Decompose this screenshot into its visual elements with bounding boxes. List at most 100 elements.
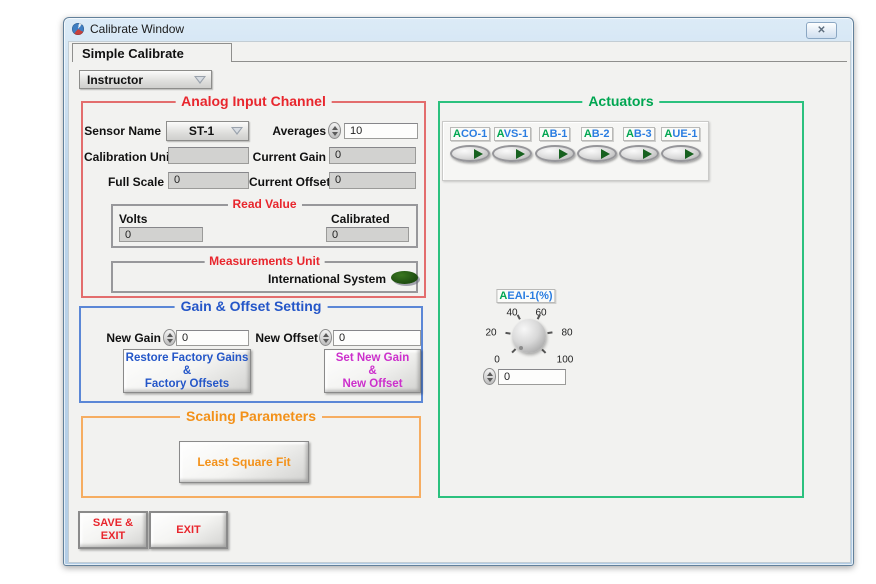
close-icon[interactable]: ✕	[806, 22, 837, 39]
international-system-label: International System	[214, 272, 386, 286]
volts-field: 0	[119, 227, 203, 242]
read-value-group: Read Value Volts Calibrated 0 0	[111, 204, 418, 248]
restore-line2: &	[183, 365, 191, 378]
play-icon	[559, 149, 568, 159]
new-offset-field[interactable]: 0	[333, 330, 421, 346]
new-gain-stepper[interactable]	[163, 329, 176, 346]
new-gain-field[interactable]: 0	[176, 330, 249, 346]
new-gain-label: New Gain	[94, 331, 161, 345]
current-offset-field: 0	[329, 172, 416, 189]
instructor-dropdown-value: Instructor	[87, 73, 143, 87]
set-line2: &	[368, 365, 376, 378]
instructor-dropdown[interactable]: Instructor	[79, 70, 212, 89]
calibrated-label: Calibrated	[331, 212, 390, 226]
current-offset-label: Current Offset	[249, 175, 326, 189]
averages-stepper[interactable]	[328, 122, 341, 139]
measurements-unit-title: Measurements Unit	[204, 254, 325, 268]
actuator-button-AB-3[interactable]	[619, 145, 659, 162]
play-icon	[516, 149, 525, 159]
knob-tick-100: 100	[557, 355, 574, 366]
actuator-AB-3: AB-3	[619, 127, 659, 180]
actuator-AVS-1: AVS-1	[492, 127, 532, 180]
actuator-label-rest: B-3	[634, 128, 652, 140]
aeai-knob-group: AEAI-1(%) 40 60 20 80 0 100 0	[479, 291, 594, 396]
new-offset-stepper[interactable]	[319, 329, 332, 346]
play-icon	[601, 149, 610, 159]
actuator-label: AB-2	[581, 127, 613, 141]
scaling-parameters-section: Scaling Parameters Least Square Fit	[81, 416, 421, 498]
sensor-name-label: Sensor Name	[84, 124, 161, 138]
actuator-label: AVS-1	[494, 127, 532, 141]
actuator-label-prefix: A	[453, 128, 461, 140]
play-icon	[643, 149, 652, 159]
chevron-down-icon	[194, 76, 206, 84]
measurement-unit-toggle-led[interactable]	[391, 271, 418, 284]
sensor-name-dropdown[interactable]: ST-1	[166, 121, 249, 141]
actuator-button-AB-1[interactable]	[535, 145, 575, 162]
new-offset-label: New Offset	[244, 331, 318, 345]
restore-line1: Restore Factory Gains	[126, 352, 249, 365]
chevron-down-icon	[231, 127, 243, 135]
actuators-section: Actuators ACO-1 AVS-1 AB-1 AB-2	[438, 101, 804, 498]
set-new-gain-offset-button[interactable]: Set New Gain & New Offset	[324, 349, 421, 393]
knob-label-rest: EAI-1(%)	[507, 290, 552, 302]
current-gain-field: 0	[329, 147, 416, 164]
calibration-units-field	[168, 147, 249, 164]
knob-tick-mark	[542, 349, 547, 354]
knob-tick-40: 40	[506, 308, 517, 319]
title-bar[interactable]: Calibrate Window ✕	[64, 18, 853, 41]
knob-tick-20: 20	[485, 328, 496, 339]
play-icon	[474, 149, 483, 159]
actuator-label-rest: B-2	[592, 128, 610, 140]
least-square-fit-button[interactable]: Least Square Fit	[179, 441, 309, 483]
actuators-title: Actuators	[582, 93, 659, 109]
actuator-label: AB-1	[539, 127, 571, 141]
knob-tick-80: 80	[561, 328, 572, 339]
measurements-unit-group: Measurements Unit International System	[111, 261, 418, 293]
save-exit-button[interactable]: SAVE & EXIT	[78, 511, 148, 549]
calibration-units-label: Calibration Units	[84, 150, 164, 164]
knob-value-stepper[interactable]	[483, 368, 496, 385]
actuator-buttons-panel: ACO-1 AVS-1 AB-1 AB-2 AB-3	[442, 121, 709, 181]
actuator-label-prefix: A	[626, 128, 634, 140]
actuator-AB-2: AB-2	[577, 127, 617, 180]
averages-field[interactable]: 10	[344, 123, 418, 139]
play-icon	[685, 149, 694, 159]
app-icon	[72, 23, 84, 35]
actuator-label-prefix: A	[497, 128, 504, 140]
page: Calibrate Window ✕ Simple Calibrate Inst…	[0, 0, 876, 584]
aeai-knob[interactable]	[512, 319, 546, 353]
actuator-label-prefix: A	[584, 128, 592, 140]
actuator-AB-1: AB-1	[535, 127, 575, 180]
set-line3: New Offset	[342, 378, 402, 391]
restore-factory-button[interactable]: Restore Factory Gains & Factory Offsets	[123, 349, 251, 393]
actuator-button-ACO-1[interactable]	[450, 145, 490, 162]
set-line1: Set New Gain	[336, 352, 410, 365]
gain-offset-section: Gain & Offset Setting New Gain 0 New Off…	[79, 306, 423, 403]
tab-simple-calibrate[interactable]: Simple Calibrate	[72, 43, 232, 62]
actuator-button-AVS-1[interactable]	[492, 145, 532, 162]
knob-value-field[interactable]: 0	[498, 369, 566, 385]
actuator-button-AUE-1[interactable]	[661, 145, 701, 162]
actuator-AUE-1: AUE-1	[661, 127, 701, 180]
actuator-button-AB-2[interactable]	[577, 145, 617, 162]
actuator-label-rest: CO-1	[461, 128, 487, 140]
averages-label: Averages	[249, 124, 326, 138]
gain-offset-title: Gain & Offset Setting	[175, 298, 328, 314]
knob-tick-mark	[512, 349, 517, 354]
knob-tick-mark	[505, 332, 510, 334]
knob-tick-0: 0	[494, 355, 500, 366]
actuator-label: AUE-1	[661, 127, 700, 141]
actuator-ACO-1: ACO-1	[450, 127, 490, 180]
restore-line3: Factory Offsets	[145, 378, 229, 391]
knob-tick-mark	[547, 332, 552, 334]
actuator-label-rest: B-1	[550, 128, 568, 140]
full-scale-label: Full Scale	[84, 175, 164, 189]
read-value-title: Read Value	[227, 197, 301, 211]
knob-label: AEAI-1(%)	[496, 289, 555, 303]
actuator-label-rest: UE-1	[672, 128, 697, 140]
scaling-title: Scaling Parameters	[180, 408, 322, 424]
volts-label: Volts	[119, 212, 147, 226]
exit-button[interactable]: EXIT	[149, 511, 228, 549]
analog-section-title: Analog Input Channel	[175, 93, 332, 109]
